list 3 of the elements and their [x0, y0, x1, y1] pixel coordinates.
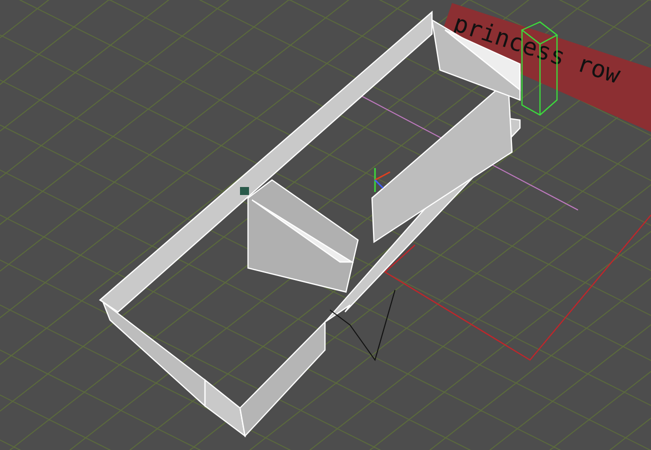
small-marker-icon — [240, 187, 249, 195]
shadow-outline-drawing — [330, 290, 396, 362]
axis-gizmo-icon — [374, 168, 390, 192]
